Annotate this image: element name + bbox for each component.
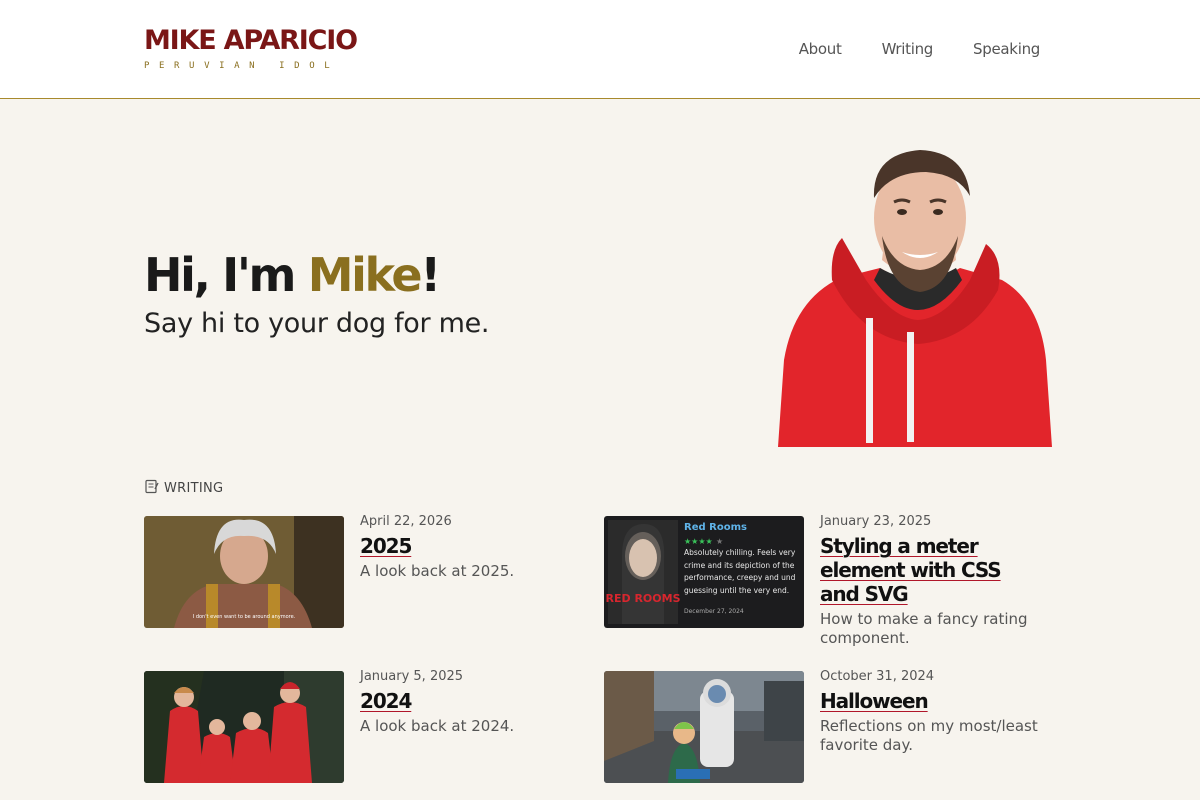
post-title-link[interactable]: 2025	[360, 534, 412, 558]
post-thumbnail[interactable]	[604, 671, 804, 783]
hero-heading: Hi, I'm Mike!	[144, 248, 441, 302]
svg-text:★★★★: ★★★★	[684, 537, 713, 546]
greeting-suffix: !	[420, 248, 441, 302]
post-date: January 5, 2025	[360, 669, 464, 684]
post-description: A look back at 2024.	[360, 717, 515, 735]
nav-writing[interactable]: Writing	[882, 40, 934, 58]
notebook-icon	[144, 479, 159, 498]
post-thumbnail[interactable]	[144, 671, 344, 783]
site-header: MIKE APARICIO PERUVIAN IDOL About Writin…	[0, 0, 1200, 99]
post-title-link[interactable]: Styling a meter element with CSS and SVG	[820, 534, 1002, 606]
post-thumbnail[interactable]: I don't even want to be around anymore.	[144, 516, 344, 628]
post-date: October 31, 2024	[820, 669, 935, 684]
post-thumbnail[interactable]: RED ROOMS Red Rooms ★★★★ ★ Absolutely ch…	[604, 516, 804, 628]
post-meta: January 5, 2025 2024 A look back at 2024…	[360, 669, 584, 736]
post-date: April 22, 2026	[360, 514, 452, 529]
hero-tagline: Say hi to your dog for me.	[144, 308, 490, 339]
greeting-prefix: Hi, I'm	[144, 248, 308, 302]
greeting-name: Mike	[307, 248, 423, 302]
thumb-caption: I don't even want to be around anymore.	[193, 614, 296, 620]
post-description: How to make a fancy rating component.	[820, 610, 1028, 647]
post-description: A look back at 2025.	[360, 562, 515, 580]
thumb-heading: Red Rooms	[684, 522, 747, 533]
thumb-review: Absolutely chilling. Feels very crime an…	[684, 548, 796, 595]
thumb-poster-text: RED ROOMS	[606, 592, 681, 605]
main-nav: About Writing Speaking	[799, 40, 1041, 58]
thumb-review-date: December 27, 2024	[684, 608, 744, 615]
post-description: Reflections on my most/least favorite da…	[820, 717, 1038, 754]
nav-speaking[interactable]: Speaking	[973, 40, 1040, 58]
post-title-link[interactable]: Halloween	[820, 689, 929, 713]
post-meta: April 22, 2026 2025 A look back at 2025.	[360, 514, 584, 581]
post-title-link[interactable]: 2024	[360, 689, 412, 713]
post-meta: October 31, 2024 Halloween Reflections o…	[820, 669, 1044, 755]
writing-section-heading: WRITING	[144, 479, 223, 498]
post-date: January 23, 2025	[820, 514, 932, 529]
post-meta: January 23, 2025 Styling a meter element…	[820, 514, 1044, 648]
nav-about[interactable]: About	[799, 40, 842, 58]
logo-title: MIKE APARICIO	[144, 25, 358, 56]
site-logo[interactable]: MIKE APARICIO PERUVIAN IDOL	[144, 25, 358, 72]
svg-text:★: ★	[716, 537, 723, 546]
thumb-stars: ★★★★ ★	[684, 537, 723, 546]
portrait-photo	[770, 140, 1060, 447]
writing-section-label: WRITING	[164, 481, 224, 496]
logo-subtitle: PERUVIAN IDOL	[144, 61, 340, 71]
